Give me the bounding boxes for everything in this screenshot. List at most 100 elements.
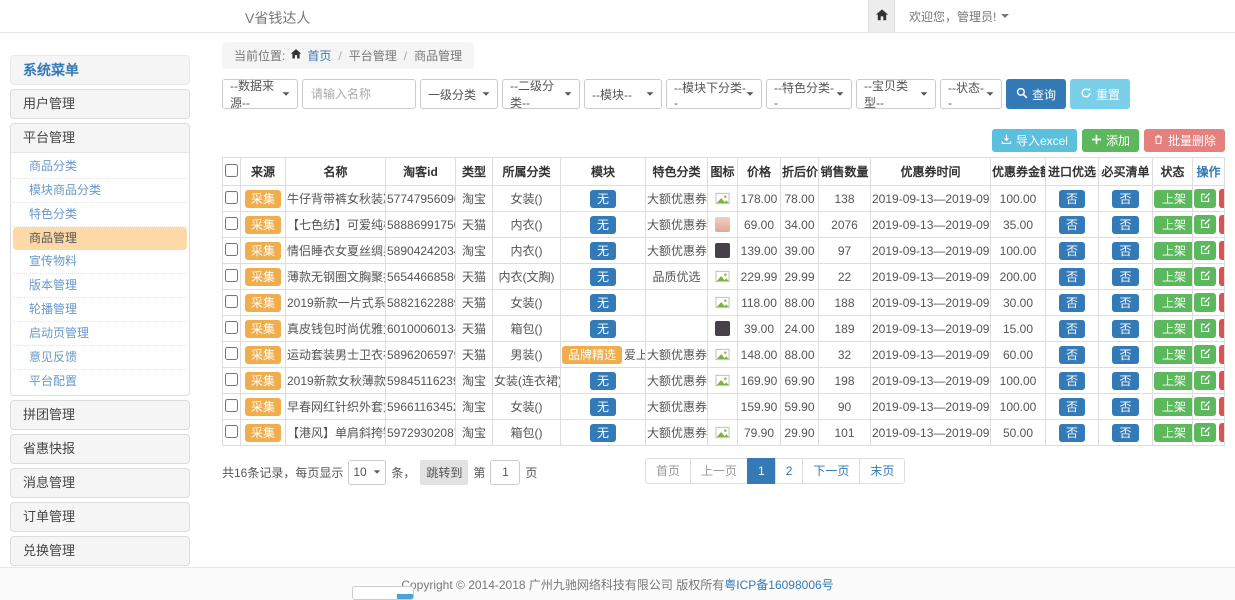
module-badge[interactable]: 无 [590,242,616,260]
sidebar-group-省惠快报[interactable]: 省惠快报 [11,435,189,463]
row-checkbox[interactable] [225,321,238,334]
row-checkbox[interactable] [225,243,238,256]
imported-toggle[interactable]: 否 [1059,398,1085,416]
imported-toggle[interactable]: 否 [1059,216,1085,234]
select-all-checkbox[interactable] [225,164,238,177]
imported-toggle[interactable]: 否 [1059,268,1085,286]
page-button-上一页[interactable]: 上一页 [690,458,748,484]
imported-toggle[interactable]: 否 [1059,320,1085,338]
must-buy-toggle[interactable]: 否 [1112,424,1138,442]
sidebar-item-启动页管理[interactable]: 启动页管理 [13,322,187,346]
must-buy-toggle[interactable]: 否 [1112,242,1138,260]
filter-item-type-select[interactable]: --宝贝类型-- [856,79,936,109]
delete-button[interactable] [1219,267,1225,286]
delete-button[interactable] [1219,423,1225,442]
sidebar-item-模块商品分类[interactable]: 模块商品分类 [13,179,187,203]
row-checkbox[interactable] [225,191,238,204]
add-button[interactable]: 添加 [1082,129,1139,152]
sidebar-group-用户管理[interactable]: 用户管理 [11,90,189,118]
delete-button[interactable] [1219,293,1225,312]
sidebar-group-兑换管理[interactable]: 兑换管理 [11,537,189,565]
status-button[interactable]: 上架 [1154,346,1193,364]
imported-toggle[interactable]: 否 [1059,190,1085,208]
filter-status-select[interactable]: --状态-- [940,79,1002,109]
edit-button[interactable] [1194,215,1216,234]
imported-toggle[interactable]: 否 [1059,346,1085,364]
batch-delete-button[interactable]: 批量删除 [1144,129,1225,152]
page-button-首页[interactable]: 首页 [645,458,691,484]
row-checkbox[interactable] [225,399,238,412]
home-button[interactable] [868,0,895,32]
edit-button[interactable] [1194,241,1216,260]
status-button[interactable]: 上架 [1154,190,1193,208]
page-button-下一页[interactable]: 下一页 [802,458,860,484]
jump-page-input[interactable] [490,460,520,485]
import-excel-button[interactable]: 导入excel [992,129,1077,152]
filter-module-select[interactable]: --模块-- [584,79,662,109]
sidebar-item-商品管理[interactable]: 商品管理 [13,227,187,250]
delete-button[interactable] [1219,345,1225,364]
edit-button[interactable] [1194,189,1216,208]
edit-button[interactable] [1194,423,1216,442]
status-button[interactable]: 上架 [1154,216,1193,234]
page-button-1[interactable]: 1 [747,458,776,484]
imported-toggle[interactable]: 否 [1059,294,1085,312]
module-badge[interactable]: 无 [590,268,616,286]
status-button[interactable]: 上架 [1154,372,1193,390]
imported-toggle[interactable]: 否 [1059,372,1085,390]
user-menu[interactable]: 欢迎您，管理员! [895,0,1023,32]
module-badge[interactable]: 无 [590,320,616,338]
status-button[interactable]: 上架 [1154,294,1193,312]
must-buy-toggle[interactable]: 否 [1112,372,1138,390]
sidebar-item-商品分类[interactable]: 商品分类 [13,155,187,179]
search-button[interactable]: 查询 [1006,79,1066,109]
module-badge[interactable]: 无 [590,190,616,208]
edit-button[interactable] [1194,267,1216,286]
sidebar-item-平台配置[interactable]: 平台配置 [13,370,187,393]
delete-button[interactable] [1219,215,1225,234]
row-checkbox[interactable] [225,373,238,386]
must-buy-toggle[interactable]: 否 [1112,190,1138,208]
filter-level2-category-select[interactable]: --二级分类-- [502,79,580,109]
sidebar-item-特色分类[interactable]: 特色分类 [13,203,187,227]
filter-name-search[interactable] [302,79,416,109]
must-buy-toggle[interactable]: 否 [1112,216,1138,234]
module-badge[interactable]: 无 [590,294,616,312]
sidebar-group-平台管理[interactable]: 平台管理 [11,124,189,152]
module-badge[interactable]: 无 [590,372,616,390]
imported-toggle[interactable]: 否 [1059,424,1085,442]
delete-button[interactable] [1219,319,1225,338]
sidebar-group-订单管理[interactable]: 订单管理 [11,503,189,531]
filter-module-subcategory-select[interactable]: --模块下分类-- [666,79,762,109]
module-badge[interactable]: 无 [590,216,616,234]
row-checkbox[interactable] [225,347,238,360]
filter-level1-category-select[interactable]: 一级分类 [420,79,498,109]
delete-button[interactable] [1219,241,1225,260]
filter-feature-category-select[interactable]: --特色分类-- [766,79,852,109]
row-checkbox[interactable] [225,269,238,282]
reset-button[interactable]: 重置 [1070,79,1130,109]
module-badge[interactable]: 无 [590,398,616,416]
page-button-2[interactable]: 2 [775,458,804,484]
sidebar-item-轮播管理[interactable]: 轮播管理 [13,298,187,322]
status-button[interactable]: 上架 [1154,242,1193,260]
edit-button[interactable] [1194,319,1216,338]
delete-button[interactable] [1219,397,1225,416]
sidebar-item-版本管理[interactable]: 版本管理 [13,274,187,298]
jump-button[interactable]: 跳转到 [420,460,468,485]
delete-button[interactable] [1219,371,1225,390]
status-button[interactable]: 上架 [1154,268,1193,286]
sidebar-item-意见反馈[interactable]: 意见反馈 [13,346,187,370]
must-buy-toggle[interactable]: 否 [1112,268,1138,286]
must-buy-toggle[interactable]: 否 [1112,346,1138,364]
edit-button[interactable] [1194,397,1216,416]
sidebar-item-宣传物料[interactable]: 宣传物料 [13,250,187,274]
sidebar-group-拼团管理[interactable]: 拼团管理 [11,401,189,429]
module-badge[interactable]: 品牌精选 [562,346,622,364]
imported-toggle[interactable]: 否 [1059,242,1085,260]
must-buy-toggle[interactable]: 否 [1112,320,1138,338]
must-buy-toggle[interactable]: 否 [1112,294,1138,312]
icp-link[interactable]: 粤ICP备16098006号 [724,576,833,593]
sidebar-group-消息管理[interactable]: 消息管理 [11,469,189,497]
row-checkbox[interactable] [225,295,238,308]
